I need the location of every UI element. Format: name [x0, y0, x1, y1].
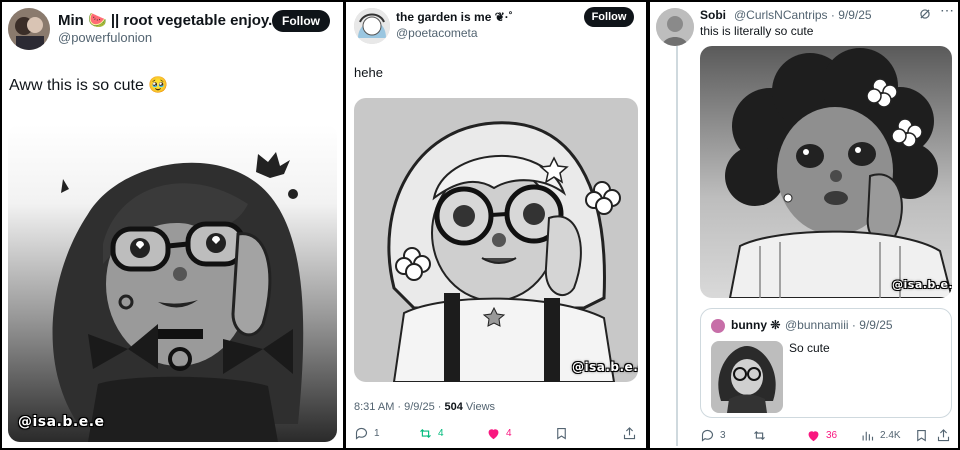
avatar[interactable] — [656, 8, 694, 46]
girl-with-round-glasses-illustration — [354, 98, 638, 382]
views-icon — [862, 431, 874, 441]
author-handle[interactable]: @powerfulonion — [58, 30, 152, 45]
repost-button[interactable] — [752, 428, 772, 443]
author-name[interactable]: Min 🍉 || root vegetable enjoy... — [58, 11, 281, 29]
share-icon — [623, 427, 636, 440]
avatar-image — [8, 8, 50, 50]
tweet-card-curlsncantrips: Sobi @CurlsNCantrips · 9/9/25 ⋯ this is … — [650, 2, 958, 448]
author-handle-date[interactable]: @CurlsNCantrips · 9/9/25 — [734, 8, 872, 22]
like-button[interactable]: 36 — [806, 428, 837, 443]
follow-button[interactable]: Follow — [272, 10, 330, 32]
tweet-text: this is literally so cute — [700, 24, 814, 38]
share-button[interactable] — [936, 428, 951, 443]
repost-button[interactable]: 4 — [418, 426, 444, 441]
views-label: Views — [462, 401, 496, 413]
quote-author-handle-date[interactable]: @bunnamiii · 9/9/25 — [785, 318, 893, 332]
quote-avatar[interactable] — [711, 319, 725, 333]
girl-with-glasses-illustration — [8, 124, 337, 442]
share-button[interactable] — [622, 426, 637, 441]
quote-author-name[interactable]: bunny ❊ — [731, 318, 780, 332]
author-name[interactable]: Sobi — [700, 8, 726, 22]
bookmark-icon — [557, 427, 566, 440]
reply-count: 1 — [374, 428, 380, 439]
quote-illustration — [711, 341, 783, 413]
quote-text: So cute — [789, 341, 830, 355]
bookmark-button[interactable] — [914, 428, 929, 443]
image-watermark: @isa.b.e.e — [892, 278, 952, 291]
bookmark-icon — [917, 429, 926, 442]
tweet-card-poetacometa: the garden is me ❦·˚ @poetacometa Follow… — [346, 2, 646, 448]
like-count: 4 — [506, 428, 512, 439]
like-button[interactable]: 4 — [486, 426, 512, 441]
tweet-image[interactable]: @isa.b.e.e — [700, 46, 952, 298]
quote-image[interactable] — [711, 341, 783, 413]
reply-count: 3 — [720, 430, 726, 441]
tweet-text: Aww this is so cute 🥹 — [9, 77, 169, 94]
author-handle[interactable]: @poetacometa — [396, 26, 478, 40]
image-watermark: @isa.b.e.e — [572, 360, 638, 374]
reply-icon — [355, 427, 368, 440]
like-icon — [488, 429, 499, 440]
reply-button[interactable]: 3 — [700, 428, 726, 443]
share-icon — [937, 429, 950, 442]
author-name[interactable]: the garden is me ❦·˚ — [396, 10, 513, 24]
avatar-image — [354, 8, 390, 44]
views-button[interactable]: 2.4K — [860, 428, 901, 443]
like-icon — [808, 431, 819, 442]
avatar[interactable] — [354, 8, 390, 44]
tweet-text: hehe — [354, 65, 383, 80]
curly-hair-girl-illustration — [700, 46, 952, 298]
follow-button[interactable]: Follow — [584, 7, 634, 27]
repost-count: 4 — [438, 428, 444, 439]
tweet-timestamp[interactable]: 8:31 AM · 9/9/25 · — [354, 401, 445, 413]
thread-line — [676, 46, 678, 446]
avatar-image — [656, 8, 694, 46]
tweet-meta: 8:31 AM · 9/9/25 · 504 Views — [354, 401, 495, 413]
like-count: 36 — [826, 430, 838, 441]
image-watermark: @isa.b.e.e — [18, 414, 105, 430]
quoted-tweet[interactable]: bunny ❊ @bunnamiii · 9/9/25 So cute — [700, 308, 952, 418]
repost-icon — [754, 430, 765, 441]
bookmark-button[interactable] — [554, 426, 569, 441]
reply-icon — [701, 429, 714, 442]
views-count: 2.4K — [880, 430, 901, 441]
repost-icon — [420, 428, 431, 439]
grok-icon[interactable] — [918, 7, 932, 21]
more-icon[interactable]: ⋯ — [940, 2, 954, 19]
views-count: 504 — [444, 401, 463, 413]
tweet-card-powerfulonion: Min 🍉 || root vegetable enjoy... @powerf… — [2, 2, 343, 448]
avatar[interactable] — [8, 8, 50, 50]
tweet-image[interactable]: @isa.b.e.e — [354, 98, 638, 382]
tweet-image[interactable]: @isa.b.e.e — [8, 124, 337, 442]
reply-button[interactable]: 1 — [354, 426, 380, 441]
